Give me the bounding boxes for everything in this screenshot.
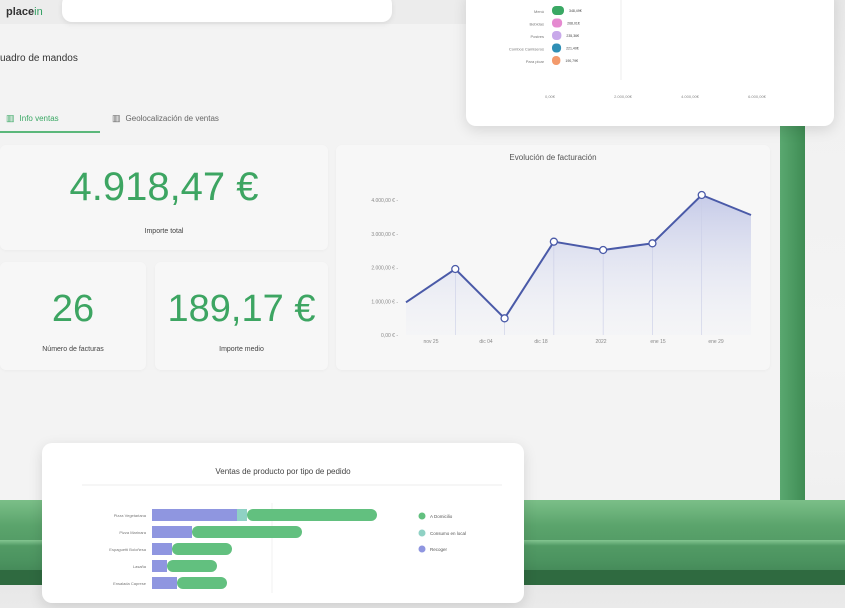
stacked-bar-segment	[152, 543, 172, 555]
active-tab-indicator	[0, 131, 100, 133]
category-bar	[552, 31, 562, 40]
x-tick-label: nov 25	[423, 339, 438, 345]
tab-label: Info ventas	[19, 113, 59, 123]
stacked-bar-segment	[237, 509, 247, 521]
value-label: 235,36€	[566, 34, 579, 38]
stacked-bar-segment	[247, 509, 377, 521]
search-bar[interactable]	[62, 0, 392, 22]
stacked-bar-segment	[177, 577, 227, 589]
stacked-bar-segment	[152, 526, 192, 538]
tab-geolocalizacion[interactable]: ▥ Geolocalización de ventas	[112, 105, 219, 131]
kpi-invoices-value: 26	[51, 288, 95, 330]
tabs: ▥ Info ventas ▥ Geolocalización de venta…	[0, 105, 300, 133]
category-label: Pizza Vegetariana	[114, 513, 147, 518]
data-point	[549, 237, 559, 246]
y-tick-label: 3.000,00 € -	[371, 232, 398, 238]
x-tick-label: dic 04	[479, 339, 493, 345]
page-title: uadro de mandos	[0, 53, 78, 64]
value-label: 268,01€	[567, 22, 580, 26]
kpi-total-label: Importe total	[144, 228, 184, 235]
app-logo[interactable]: placein	[6, 6, 43, 18]
stacked-bar-segment	[172, 543, 232, 555]
category-bar	[552, 6, 564, 15]
logo-accent: in	[34, 6, 43, 18]
x-tick-label: 0,00€	[545, 94, 556, 99]
stacked-bar-segment	[167, 560, 217, 572]
category-bar	[552, 18, 563, 28]
y-tick-label: 1.000,00 € -	[371, 299, 398, 305]
kpi-average-value: 189,17 €	[167, 288, 316, 330]
category-label: Menú	[534, 9, 544, 14]
category-label: Espaguetti Boloñesa	[109, 547, 146, 552]
bar-chart-icon: ▥	[112, 112, 121, 123]
category-label: Lasaña	[133, 564, 147, 569]
popup-title: Ventas de producto por tipo de pedido	[215, 467, 351, 476]
value-label: 348,49€	[569, 9, 582, 13]
category-label: Pizza Marinara	[119, 530, 146, 535]
category-bar-chart: Menú 348,49€ Bebidas 268,01€ Postres 235,36€ C…	[509, 0, 767, 99]
area-fill	[406, 195, 751, 335]
stacked-bar-segment	[152, 509, 237, 521]
x-tick-label: 6.000,00€	[748, 94, 767, 99]
x-tick-label: 4.000,00€	[681, 94, 700, 99]
kpi-total-value: 4.918,47 €	[69, 165, 259, 209]
bar-chart-icon: ▥	[6, 112, 15, 123]
category-bar	[552, 56, 561, 65]
value-label: 190,79€	[565, 59, 578, 63]
order-type-popup: Ventas de producto por tipo de pedido Pi…	[42, 443, 524, 603]
tab-label: Geolocalización de ventas	[125, 113, 219, 123]
x-tick-label: ene 15	[650, 339, 666, 345]
x-tick-label: 2022	[595, 339, 606, 345]
kpi-total-card: 4.918,47 € Importe total	[0, 145, 328, 250]
stacked-bar-segment	[152, 577, 177, 589]
revenue-chart-card: Evolución de facturación 0,00 € - 1.000,0…	[336, 145, 770, 370]
legend-dot	[418, 512, 426, 520]
category-label: Postres	[530, 34, 544, 39]
data-point	[451, 264, 460, 274]
kpi-invoices-card: 26 Número de facturas	[0, 262, 146, 370]
x-tick-label: ene 29	[708, 339, 724, 345]
legend-label: Consumo en local	[430, 531, 466, 536]
x-tick-label: 2.000,00€	[614, 94, 633, 99]
kpi-invoices-label: Número de facturas	[42, 346, 104, 353]
category-sales-popup: Menú 348,49€ Bebidas 268,01€ Postres 235,36€ C…	[466, 0, 834, 126]
legend-dot	[418, 529, 426, 537]
category-label: Ensalada Caprese	[113, 581, 147, 586]
chart-title: Evolución de facturación	[509, 153, 597, 162]
data-point	[648, 239, 657, 248]
y-tick-label: 0,00 € -	[381, 333, 398, 339]
stacked-bar-segment	[192, 526, 302, 538]
value-label: 221,40€	[566, 47, 579, 51]
data-point	[500, 314, 509, 323]
y-tick-label: 2.000,00 € -	[371, 266, 398, 272]
legend-dot	[418, 545, 426, 553]
category-label: Bebidas	[530, 22, 544, 27]
laptop-screen-edge	[780, 110, 805, 510]
logo-text: place	[6, 6, 35, 18]
category-label: Combos Camiseros	[509, 47, 544, 52]
data-point	[598, 245, 608, 255]
category-label: Para picar	[526, 59, 545, 64]
tab-info-ventas[interactable]: ▥ Info ventas	[6, 105, 59, 131]
legend-label: Recoger	[430, 547, 448, 552]
category-bar	[552, 43, 562, 53]
legend-label: A Domicilio	[430, 514, 453, 519]
kpi-average-label: Importe medio	[219, 346, 264, 353]
data-point	[697, 190, 706, 200]
y-tick-label: 4.000,00 € -	[371, 198, 398, 204]
revenue-line-chart: 0,00 € - 1.000,00 € - 2.000,00 € - 3.000,00…	[371, 190, 752, 345]
x-tick-label: dic 18	[534, 339, 548, 345]
kpi-average-card: 189,17 € Importe medio	[155, 262, 328, 370]
stacked-bar-segment	[152, 560, 167, 572]
